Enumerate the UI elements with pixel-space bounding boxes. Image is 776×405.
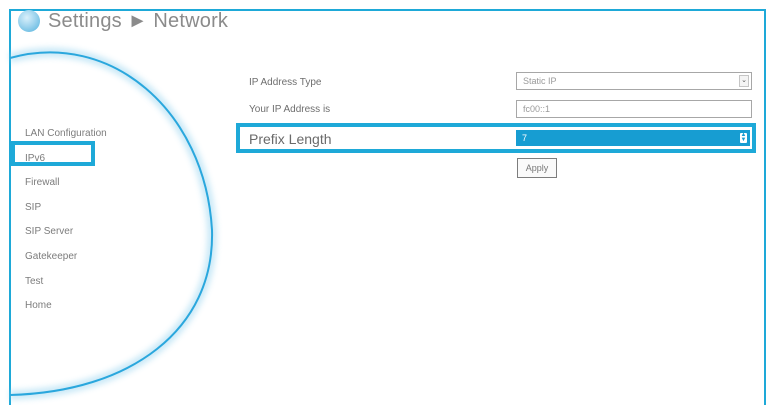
sidebar-item-test[interactable]: Test [25, 270, 135, 295]
apply-button[interactable]: Apply [517, 158, 557, 178]
globe-icon [18, 10, 40, 32]
page-title: Settings ► Network [48, 9, 229, 32]
ip-address-type-label: IP Address Type [249, 77, 322, 88]
prefix-length-stepper[interactable]: 7 ▲ ▼ [516, 130, 750, 146]
spinner-arrows-icon[interactable]: ▲ ▼ [740, 132, 747, 143]
sidebar-item-home[interactable]: Home [25, 294, 135, 319]
prefix-length-value: 7 [522, 133, 528, 143]
sidebar-item-firewall[interactable]: Firewall [25, 171, 135, 196]
sidebar-item-sip-server[interactable]: SIP Server [25, 220, 135, 245]
sidebar-item-gatekeeper[interactable]: Gatekeeper [25, 245, 135, 270]
prefix-length-label: Prefix Length [249, 131, 332, 147]
ip-address-type-value: Static IP [523, 76, 557, 86]
selected-item-highlight [11, 141, 95, 166]
ip-address-field[interactable]: fc00::1 [516, 100, 752, 118]
ip-address-type-select[interactable]: Static IP ⌄ [516, 72, 752, 90]
ip-address-label: Your IP Address is [249, 104, 331, 115]
sidebar-item-sip[interactable]: SIP [25, 196, 135, 221]
page-header: Settings ► Network [18, 8, 228, 34]
ip-address-value: fc00::1 [523, 104, 551, 114]
chevron-down-icon[interactable]: ⌄ [739, 75, 749, 87]
